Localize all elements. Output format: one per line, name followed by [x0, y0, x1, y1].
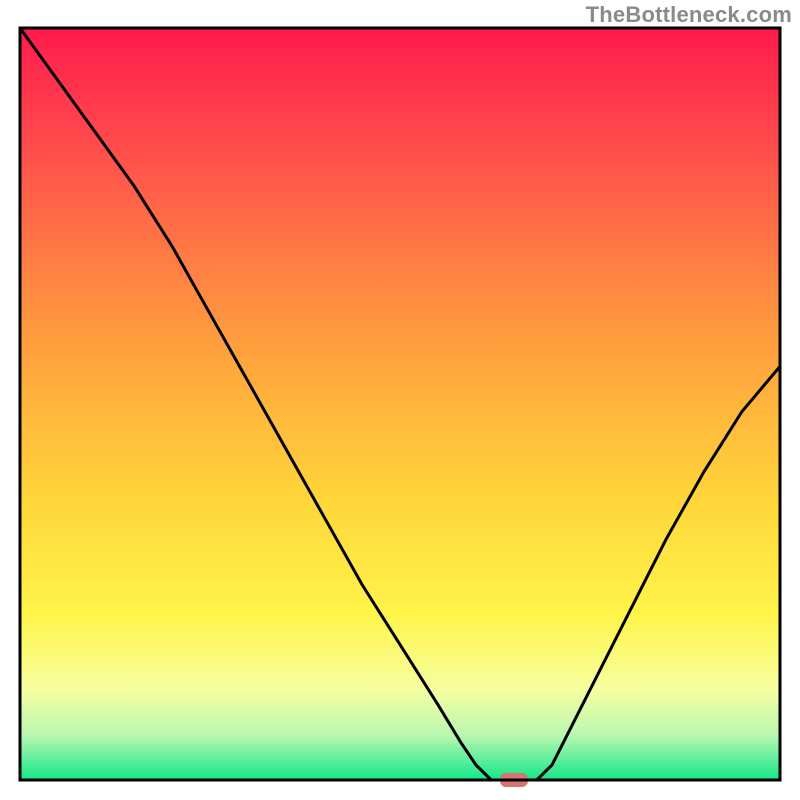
chart-container: TheBottleneck.com: [0, 0, 800, 800]
bottleneck-chart: [0, 0, 800, 800]
plot-background: [20, 28, 780, 780]
watermark-text: TheBottleneck.com: [586, 2, 792, 28]
plot-area: [20, 28, 780, 787]
